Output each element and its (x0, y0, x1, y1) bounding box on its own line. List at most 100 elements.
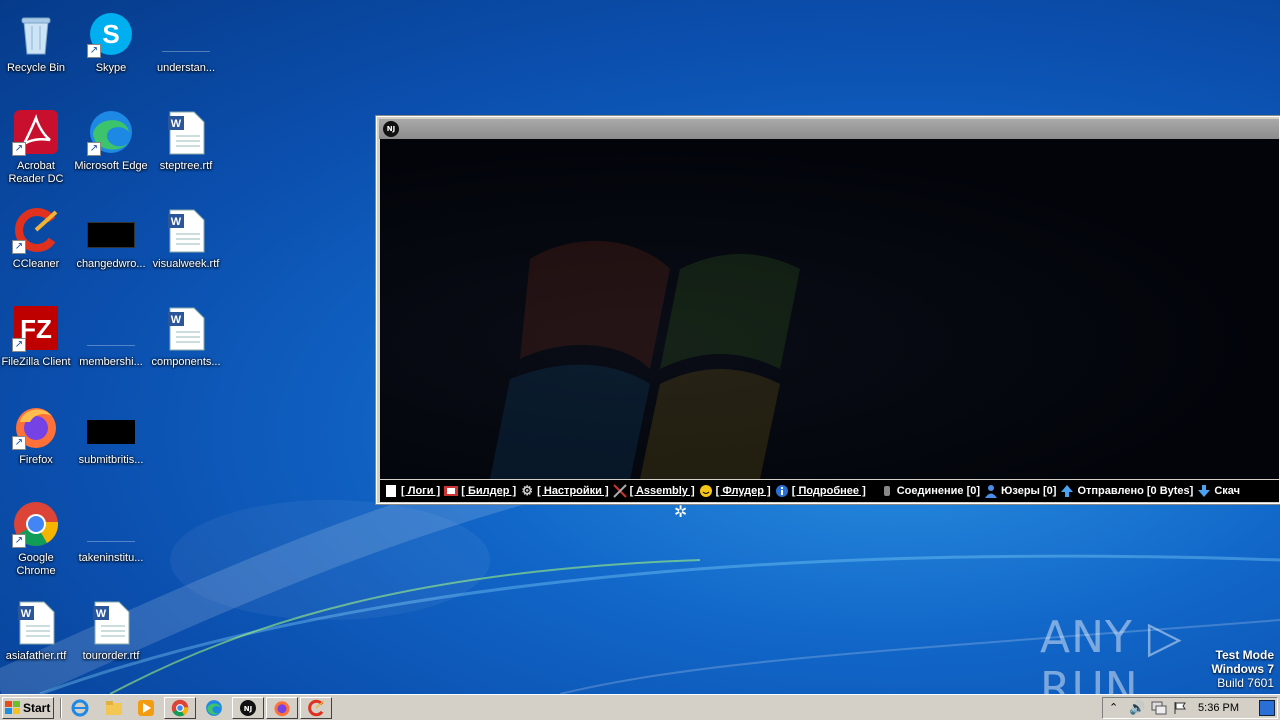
media-player-icon (138, 700, 154, 716)
word-document-icon: W (18, 601, 55, 645)
desktop-icon-label: understan... (156, 62, 216, 74)
svg-text:W: W (21, 608, 32, 620)
wallpaper-reflection (490, 240, 800, 479)
desktop-icon-label: changedwro... (76, 258, 146, 270)
shortcut-arrow-icon: ↗ (12, 240, 26, 254)
show-desktop-button[interactable] (1259, 700, 1275, 716)
arrow-up-icon (1061, 485, 1074, 497)
received-label: Скач (1214, 485, 1241, 497)
builder-link[interactable]: [ Билдер ] (444, 484, 516, 498)
users-status: Юзеры [0] (984, 484, 1056, 498)
desktop-icon-label: Acrobat Reader DC (8, 160, 64, 185)
clock[interactable]: 5:36 PM (1198, 702, 1239, 714)
desktop-icon-membershi[interactable]: membershi... (73, 300, 149, 392)
assembly-link[interactable]: [ Assembly ] (612, 484, 695, 498)
settings-label[interactable]: [ Настройки ] (537, 485, 608, 497)
taskbar-njrat-button[interactable]: NJ (232, 697, 264, 719)
desktop-icon-tourorder[interactable]: W tourorder.rtf (73, 594, 149, 686)
desktop-icon-visualweek[interactable]: W visualweek.rtf (148, 202, 224, 294)
builder-label[interactable]: [ Билдер ] (461, 485, 516, 497)
shortcut-arrow-icon: ↗ (87, 142, 101, 156)
flooder-label[interactable]: [ Флудер ] (716, 485, 771, 497)
desktop-icon-steptree[interactable]: W steptree.rtf (148, 104, 224, 196)
app-logo-icon: NJ (240, 700, 256, 716)
svg-text:W: W (171, 118, 182, 130)
test-mode-notice: Test Mode Windows 7 Build 7601 (1211, 648, 1274, 690)
svg-text:S: S (102, 19, 119, 49)
njrat-window[interactable]: NJ [ Логи ] [ Билдер ] ⚙ [ Настройки ] [… (376, 116, 1280, 504)
desktop-icon-skype[interactable]: S ↗ Skype (73, 6, 149, 98)
desktop-icon-label: membershi... (79, 356, 143, 368)
action-center-flag-icon[interactable] (1173, 701, 1187, 715)
taskbar-media-player-button[interactable] (130, 697, 162, 719)
desktop-icon-label: Skype (95, 62, 127, 74)
network-icon[interactable] (1151, 701, 1167, 715)
desktop-icon-chrome[interactable]: ↗ Google Chrome (0, 496, 74, 588)
black-file-icon (87, 420, 135, 444)
desktop-icon-filezilla[interactable]: FZ ↗ FileZilla Client (0, 300, 74, 392)
flooder-link[interactable]: [ Флудер ] (699, 484, 771, 498)
desktop-icon-label: Recycle Bin (6, 62, 66, 74)
desktop-icon-submitbritis[interactable]: submitbritis... (73, 398, 149, 490)
sent-status: Отправлено [0 Bytes] (1060, 484, 1193, 498)
desktop-icon-asiafather[interactable]: W asiafather.rtf (0, 594, 74, 686)
taskbar-edge-button[interactable] (198, 697, 230, 719)
desktop-icon-label: visualweek.rtf (152, 258, 220, 270)
desktop-icon-label: submitbritis... (78, 454, 144, 466)
test-mode-line1: Test Mode (1215, 648, 1274, 662)
taskbar-ie-button[interactable] (64, 697, 96, 719)
taskbar-ccleaner-button[interactable] (300, 697, 332, 719)
ccleaner-icon (308, 699, 325, 717)
app-logo-icon: NJ (383, 121, 399, 137)
connections-list-area[interactable] (380, 139, 1279, 479)
desktop-icon-recycle-bin[interactable]: Recycle Bin (0, 6, 74, 98)
shortcut-arrow-icon: ↗ (12, 534, 26, 548)
taskbar-separator (60, 698, 62, 718)
word-document-icon: W (168, 111, 205, 155)
taskbar-chrome-button[interactable] (164, 697, 196, 719)
more-label[interactable]: [ Подробнее ] (792, 485, 866, 497)
smiley-icon (699, 485, 712, 497)
desktop-icon-components[interactable]: W components... (148, 300, 224, 392)
windows-flag-icon (5, 701, 20, 714)
svg-text:W: W (171, 314, 182, 326)
sent-label: Отправлено [0 Bytes] (1077, 485, 1194, 497)
recycle-bin-icon (21, 17, 51, 55)
info-icon (775, 485, 788, 497)
svg-text:NJ: NJ (244, 705, 252, 713)
desktop-icon-edge[interactable]: ↗ Microsoft Edge (73, 104, 149, 196)
window-titlebar[interactable]: NJ (379, 119, 1279, 139)
desktop-icon-label: takeninstitu... (78, 552, 144, 564)
start-button[interactable]: Start (2, 697, 54, 719)
blank-file-icon (87, 322, 135, 346)
chevron-up-icon[interactable]: ⌃ (1109, 701, 1118, 714)
svg-text:W: W (171, 216, 182, 228)
bottom-statusbar: [ Логи ] [ Билдер ] ⚙ [ Настройки ] [ As… (380, 480, 1279, 502)
more-link[interactable]: [ Подробнее ] (775, 484, 866, 498)
desktop-icon-changedwro[interactable]: changedwro... (73, 202, 149, 294)
desktop-icon-acrobat[interactable]: ↗ Acrobat Reader DC (0, 104, 74, 196)
volume-icon[interactable]: 🔊 (1129, 700, 1145, 716)
desktop-icon-label: Firefox (19, 454, 53, 466)
internet-explorer-icon (71, 699, 89, 717)
desktop-icon-understan[interactable]: understan... (148, 6, 224, 98)
logs-label[interactable]: [ Логи ] (401, 485, 440, 497)
desktop-icon-firefox[interactable]: ↗ Firefox (0, 398, 74, 490)
svg-text:W: W (96, 608, 107, 620)
shortcut-arrow-icon: ↗ (12, 338, 26, 352)
word-document-icon: W (93, 601, 130, 645)
assembly-label[interactable]: [ Assembly ] (630, 485, 695, 497)
desktop-icon-ccleaner[interactable]: ↗ CCleaner (0, 202, 74, 294)
desktop-icon-label: Google Chrome (16, 552, 56, 577)
desktop-icon-takeninstitu[interactable]: takeninstitu... (73, 496, 149, 588)
word-document-icon: W (168, 209, 205, 253)
taskbar-firefox-button[interactable] (266, 697, 298, 719)
settings-link[interactable]: ⚙ [ Настройки ] (520, 484, 608, 498)
taskbar-explorer-button[interactable] (98, 697, 130, 719)
desktop-icon-label: FileZilla Client (1, 356, 71, 368)
arrow-down-icon (1198, 485, 1211, 497)
shortcut-arrow-icon: ↗ (12, 436, 26, 450)
connection-label: Соединение [0] (896, 485, 981, 497)
logs-link[interactable]: [ Логи ] (384, 484, 440, 498)
users-label: Юзеры [0] (1001, 485, 1057, 497)
